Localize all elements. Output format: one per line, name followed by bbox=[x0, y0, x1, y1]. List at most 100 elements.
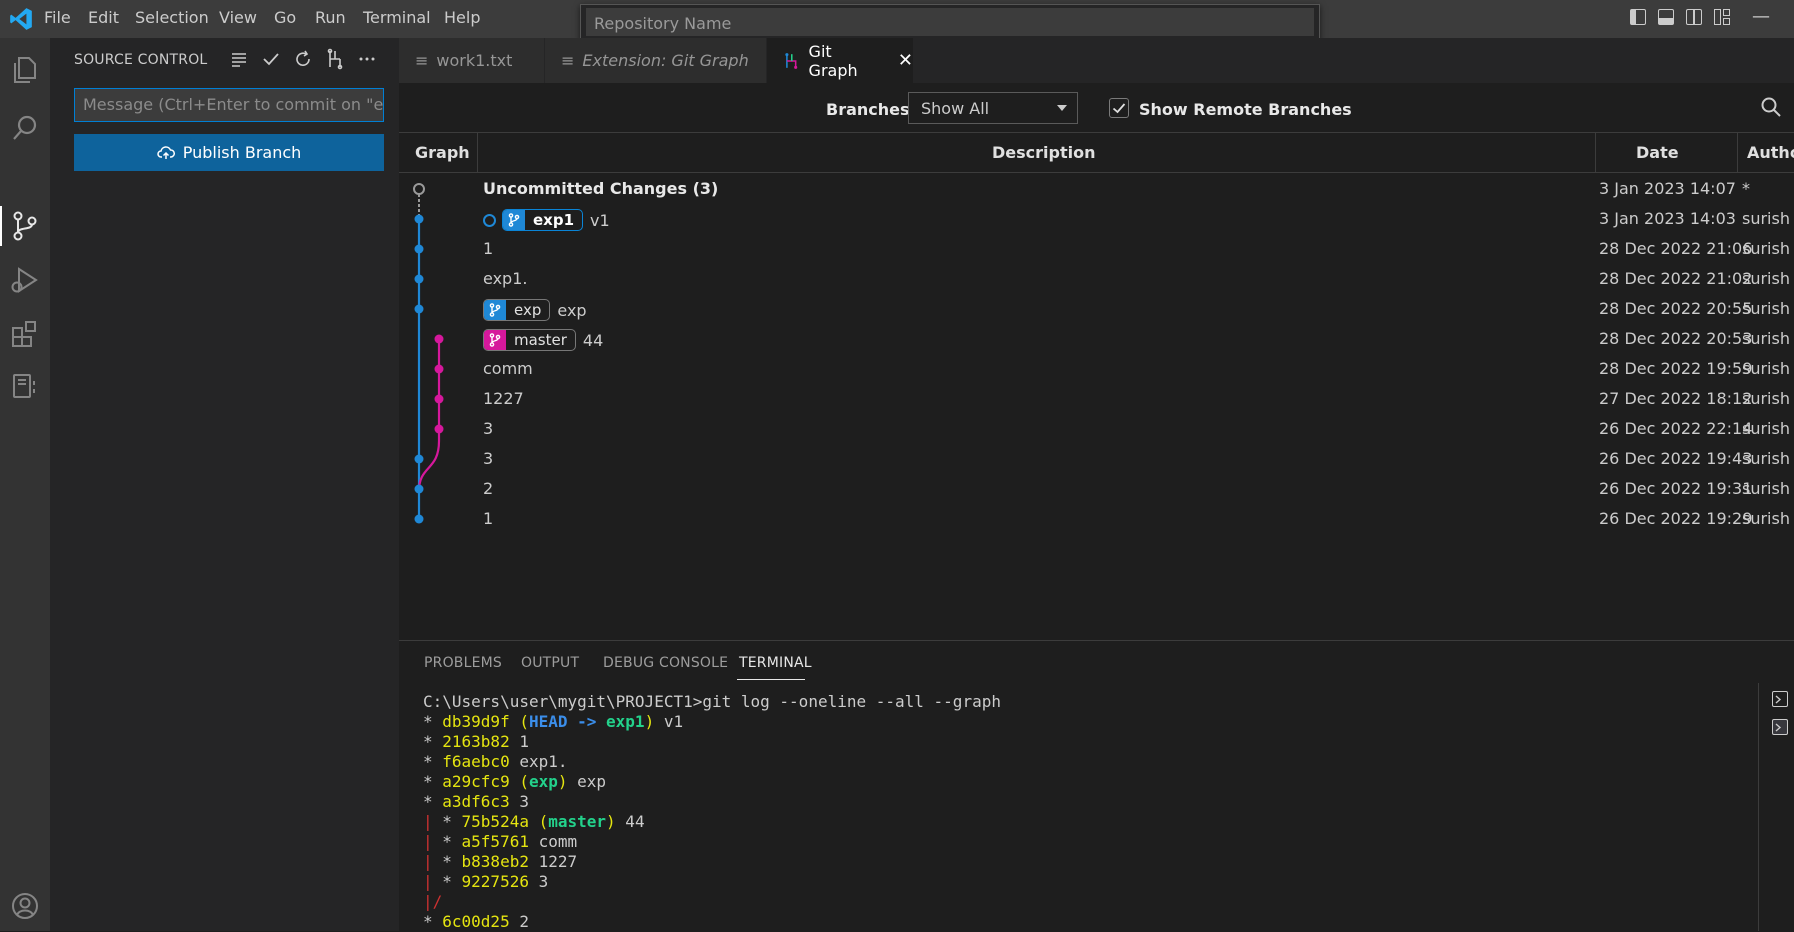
table-row[interactable]: exp exp 28 Dec 2022 20:55 surish bbox=[399, 294, 1794, 324]
remote-explorer-icon[interactable] bbox=[5, 366, 45, 406]
date-column-header[interactable]: Date bbox=[1636, 143, 1679, 162]
branch-icon bbox=[503, 210, 525, 230]
menu-edit[interactable]: Edit bbox=[88, 8, 119, 27]
commit-date: 28 Dec 2022 21:02 bbox=[1599, 269, 1753, 288]
commit-message-input[interactable]: Message (Ctrl+Enter to commit on "ex... bbox=[74, 88, 384, 122]
show-remote-branches-checkbox[interactable] bbox=[1109, 98, 1129, 118]
table-row[interactable]: 3 26 Dec 2022 19:43 surish bbox=[399, 444, 1794, 474]
column-divider[interactable] bbox=[1737, 133, 1738, 173]
accounts-icon[interactable] bbox=[5, 886, 45, 926]
branches-label: Branches: bbox=[826, 100, 916, 119]
table-row[interactable]: 3 26 Dec 2022 22:14 surish bbox=[399, 414, 1794, 444]
branches-dropdown-value: Show All bbox=[921, 99, 990, 118]
commit-author: surish bbox=[1742, 419, 1790, 438]
commit-description: comm bbox=[483, 359, 533, 378]
cloud-upload-icon bbox=[157, 145, 175, 159]
branch-icon bbox=[484, 330, 506, 350]
customize-layout-icon[interactable] bbox=[1714, 9, 1730, 25]
commit-date: 3 Jan 2023 14:07 bbox=[1599, 179, 1736, 198]
menu-terminal[interactable]: Terminal bbox=[363, 8, 431, 27]
menu-help[interactable]: Help bbox=[444, 8, 480, 27]
table-row[interactable]: master 44 28 Dec 2022 20:53 surish bbox=[399, 324, 1794, 354]
show-remote-branches-label: Show Remote Branches bbox=[1139, 100, 1352, 119]
publish-branch-button[interactable]: Publish Branch bbox=[74, 134, 384, 171]
search-icon[interactable] bbox=[5, 108, 45, 148]
branch-ref-master[interactable]: master bbox=[483, 329, 576, 351]
checkmark-icon bbox=[1112, 103, 1126, 114]
git-graph-view-icon[interactable] bbox=[324, 48, 346, 70]
commit-date: 28 Dec 2022 20:53 bbox=[1599, 329, 1753, 348]
column-divider[interactable] bbox=[477, 133, 478, 173]
commit-author: surish bbox=[1742, 389, 1790, 408]
terminal-output[interactable]: C:\Users\user\mygit\PROJECT1>git log --o… bbox=[423, 692, 1753, 932]
git-graph-icon bbox=[785, 52, 798, 69]
table-row[interactable]: exp1. 28 Dec 2022 21:02 surish bbox=[399, 264, 1794, 294]
search-icon[interactable] bbox=[1759, 95, 1783, 119]
explorer-icon[interactable] bbox=[5, 50, 45, 90]
description-column-header[interactable]: Description bbox=[992, 143, 1095, 162]
source-control-icon[interactable] bbox=[5, 206, 45, 246]
column-divider[interactable] bbox=[1595, 133, 1596, 173]
table-row[interactable]: exp1 v1 3 Jan 2023 14:03 surish bbox=[399, 204, 1794, 234]
branch-ref-exp1[interactable]: exp1 bbox=[502, 209, 584, 231]
commit-description: v1 bbox=[590, 210, 610, 230]
toggle-primary-sidebar-icon[interactable] bbox=[1630, 9, 1646, 25]
terminal-line: | * 9227526 3 bbox=[423, 872, 549, 891]
table-row[interactable]: Uncommitted Changes (3) 3 Jan 2023 14:07… bbox=[399, 174, 1794, 204]
repository-name-input[interactable]: Repository Name bbox=[594, 14, 731, 33]
source-control-sidebar: SOURCE CONTROL Message (Ctrl+Enter to co… bbox=[50, 38, 399, 931]
active-tab-underline bbox=[737, 679, 805, 680]
head-indicator bbox=[483, 213, 496, 227]
branches-dropdown[interactable]: Show All bbox=[908, 92, 1078, 124]
menu-file[interactable]: File bbox=[44, 8, 71, 27]
commit-description: Uncommitted Changes (3) bbox=[483, 179, 719, 198]
view-as-list-icon[interactable] bbox=[228, 48, 250, 70]
tab-debug-console[interactable]: DEBUG CONSOLE bbox=[603, 655, 728, 671]
author-column-header[interactable]: Autho bbox=[1747, 143, 1794, 162]
commit-date: 28 Dec 2022 20:55 bbox=[1599, 299, 1753, 318]
terminal-line: | * 75b524a (master) 44 bbox=[423, 812, 645, 831]
commit-author: surish bbox=[1742, 209, 1790, 228]
menu-go[interactable]: Go bbox=[274, 8, 296, 27]
menu-selection[interactable]: Selection bbox=[135, 8, 209, 27]
commit-description: 2 bbox=[483, 479, 494, 498]
terminal-instance-icon[interactable] bbox=[1772, 691, 1788, 707]
menu-view[interactable]: View bbox=[219, 8, 257, 27]
commit-author: surish bbox=[1742, 359, 1790, 378]
commit-description: 3 bbox=[483, 419, 494, 438]
refresh-icon[interactable] bbox=[292, 48, 314, 70]
minimize-window-button[interactable]: — bbox=[1752, 6, 1770, 27]
table-row[interactable]: 1227 27 Dec 2022 18:12 surish bbox=[399, 384, 1794, 414]
terminal-line: * a29cfc9 (exp) exp bbox=[423, 772, 607, 791]
tab-work1-txt[interactable]: ≡ work1.txt bbox=[399, 38, 545, 83]
tab-problems[interactable]: PROBLEMS bbox=[424, 655, 502, 671]
branch-ref-label: exp bbox=[514, 301, 542, 319]
close-tab-icon[interactable]: ✕ bbox=[898, 50, 913, 71]
table-row[interactable]: comm 28 Dec 2022 19:59 surish bbox=[399, 354, 1794, 384]
run-debug-icon[interactable] bbox=[5, 260, 45, 300]
menu-run[interactable]: Run bbox=[315, 8, 346, 27]
repository-input-box[interactable]: Repository Name bbox=[586, 8, 1314, 36]
extensions-icon[interactable] bbox=[5, 314, 45, 354]
table-row[interactable]: 2 26 Dec 2022 19:31 surish bbox=[399, 474, 1794, 504]
terminal-line: |/ bbox=[423, 892, 443, 911]
tab-label: work1.txt bbox=[436, 51, 513, 70]
branch-ref-exp[interactable]: exp bbox=[483, 299, 551, 321]
activity-bar bbox=[0, 38, 50, 931]
toggle-secondary-sidebar-icon[interactable] bbox=[1686, 9, 1702, 25]
commit-check-icon[interactable] bbox=[260, 48, 282, 70]
table-row[interactable]: 1 28 Dec 2022 21:06 surish bbox=[399, 234, 1794, 264]
toggle-panel-icon[interactable] bbox=[1658, 9, 1674, 25]
terminal-instance-icon[interactable] bbox=[1772, 719, 1788, 735]
commit-date: 26 Dec 2022 22:14 bbox=[1599, 419, 1753, 438]
commit-author: surish bbox=[1742, 299, 1790, 318]
vscode-logo-icon[interactable] bbox=[8, 6, 34, 32]
more-actions-icon[interactable] bbox=[356, 48, 378, 70]
commit-author: surish bbox=[1742, 449, 1790, 468]
table-row[interactable]: 1 26 Dec 2022 19:29 surish bbox=[399, 504, 1794, 534]
tab-extension-git-graph[interactable]: ≡ Extension: Git Graph bbox=[545, 38, 767, 83]
tab-git-graph[interactable]: Git Graph ✕ bbox=[767, 38, 914, 83]
tab-terminal[interactable]: TERMINAL bbox=[739, 655, 812, 671]
graph-column-header[interactable]: Graph bbox=[415, 143, 470, 162]
tab-output[interactable]: OUTPUT bbox=[521, 655, 579, 671]
